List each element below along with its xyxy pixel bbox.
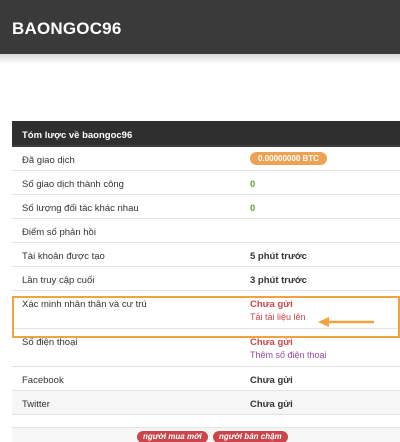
row-trade-volume: Đã giao dịch 0.00000000 BTC — [12, 147, 400, 171]
row-label: Twitter — [22, 399, 50, 410]
header-shadow — [0, 54, 400, 64]
row-twitter: Twitter Chưa gửi — [12, 391, 400, 415]
row-feedback-score: Điểm số phản hồi — [12, 219, 400, 243]
row-value: 3 phút trước — [250, 275, 307, 286]
upload-documents-link[interactable]: Tải tài liệu lên — [250, 312, 306, 322]
verification-status: Chưa gửi — [250, 299, 293, 310]
row-trade-partners: Số lượng đối tác khác nhau 0 — [12, 195, 400, 219]
arrow-left-icon — [318, 317, 374, 327]
row-label: Số điện thoại — [22, 337, 78, 348]
btc-volume-badge: 0.00000000 BTC — [250, 152, 327, 165]
panel-title: Tóm lược về baongoc96 — [12, 121, 400, 147]
row-facebook: Facebook Chưa gửi — [12, 367, 400, 391]
row-last-seen: Lần truy cập cuối 3 phút trước — [12, 267, 400, 291]
row-value: 0 — [250, 179, 256, 190]
row-label: Điểm số phản hồi — [22, 227, 96, 238]
user-tags-row: người mua mới người bán chậm — [12, 427, 400, 442]
row-label: Số lượng đối tác khác nhau — [22, 203, 139, 214]
row-label: Đã giao dịch — [22, 155, 75, 166]
row-phone-number: Số điện thoại Chưa gửi Thêm số điện thoạ… — [12, 329, 400, 367]
page-title: BAONGOC96 — [12, 19, 122, 38]
row-label: Tài khoản được tạo — [22, 251, 105, 262]
tag-slow-seller: người bán chậm — [213, 431, 288, 442]
row-label: Facebook — [22, 375, 64, 386]
row-label: Lần truy cập cuối — [22, 275, 95, 286]
site-header: BAONGOC96 — [0, 0, 400, 54]
row-value: 5 phút trước — [250, 251, 307, 262]
profile-summary-panel: Tóm lược về baongoc96 Đã giao dịch 0.000… — [12, 121, 400, 415]
tag-new-buyer: người mua mới — [137, 431, 208, 442]
row-value: 0 — [250, 203, 256, 214]
row-value: Chưa gửi — [250, 399, 293, 410]
row-successful-trades: Số giao dịch thành công 0 — [12, 171, 400, 195]
row-account-created: Tài khoản được tạo 5 phút trước — [12, 243, 400, 267]
row-value: Chưa gửi — [250, 375, 293, 386]
row-label: Số giao dịch thành công — [22, 179, 124, 190]
row-label: Xác minh nhân thân và cư trú — [22, 299, 147, 310]
phone-status: Chưa gửi — [250, 337, 293, 348]
add-phone-link[interactable]: Thêm số điện thoại — [250, 350, 327, 360]
